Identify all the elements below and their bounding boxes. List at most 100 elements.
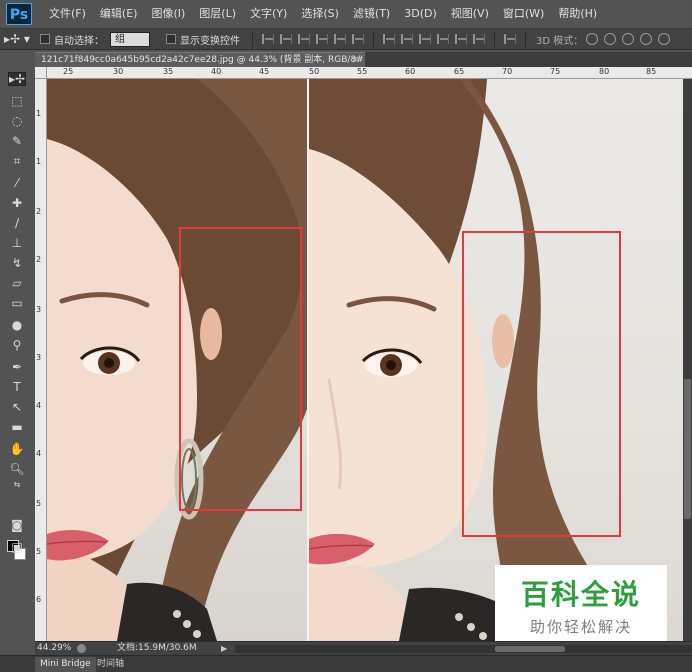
auto-select-dropdown[interactable]: 组 [110, 31, 150, 47]
3d-scale-icon[interactable] [658, 33, 671, 45]
ruler-label: 2 [36, 207, 42, 216]
dodge-icon[interactable]: ⚲ [8, 338, 26, 352]
hand-icon[interactable]: ✋ [8, 442, 26, 456]
screen-mode-icon[interactable]: ▣ [8, 540, 26, 554]
ruler-label: 75 [550, 67, 561, 76]
align-hcenter-icon[interactable] [334, 34, 346, 44]
watermark: 百科全说 助你轻松解决 [495, 565, 667, 646]
menu-3d[interactable]: 3D(D) [397, 0, 444, 28]
ruler-label: 4 [36, 449, 42, 458]
brush-icon[interactable]: ∕ [8, 216, 26, 230]
menu-help[interactable]: 帮助(H) [551, 0, 604, 28]
distribute-right-icon[interactable] [473, 34, 485, 44]
3d-slide-icon[interactable] [640, 33, 653, 45]
type-icon[interactable]: T [8, 380, 26, 394]
zoom-level-field[interactable]: 44.29% [37, 642, 71, 655]
ruler-label: 85 [646, 67, 657, 76]
vertical-scrollbar[interactable] [683, 79, 692, 641]
quick-mask-icon[interactable]: ◙ [8, 518, 26, 532]
menu-layer[interactable]: 图层(L) [192, 0, 243, 28]
options-bar: ▸✢ ▾ 自动选择： 组 显示变换控件 3D 模式： [0, 28, 692, 50]
3d-rotate-icon[interactable] [586, 33, 599, 45]
quick-select-icon[interactable]: ✎ [8, 134, 26, 148]
selection-rect-after [462, 231, 621, 537]
tab-timeline[interactable]: 时间轴 [92, 657, 129, 672]
ruler-label: 5 [36, 547, 42, 556]
3d-pan-icon[interactable] [622, 33, 635, 45]
ruler-label: 45 [259, 67, 270, 76]
3d-mode-label: 3D 模式： [536, 35, 584, 47]
auto-select-label: 自动选择： [54, 35, 104, 47]
status-info-icon[interactable] [77, 644, 86, 653]
distribute-hcenter-icon[interactable] [455, 34, 467, 44]
menu-filter[interactable]: 滤镜(T) [346, 0, 397, 28]
path-select-icon[interactable]: ↖ [8, 400, 26, 414]
zoom-icon[interactable]: 🔍︎ [8, 462, 26, 476]
tab-mini-bridge[interactable]: Mini Bridge [35, 657, 96, 672]
move-icon[interactable]: ▸✢ [8, 72, 26, 86]
horizontal-scroll-thumb[interactable] [495, 646, 565, 652]
ruler-label: 80 [599, 67, 610, 76]
app-logo: Ps [6, 3, 32, 25]
ruler-vertical[interactable]: 1 1 2 2 3 3 4 4 5 5 6 [35, 79, 47, 641]
menu-file[interactable]: 文件(F) [42, 0, 93, 28]
eraser-icon[interactable]: ▱ [8, 276, 26, 290]
separator [373, 31, 374, 47]
lasso-icon[interactable]: ◌ [8, 114, 26, 128]
align-left-icon[interactable] [316, 34, 328, 44]
align-top-icon[interactable] [262, 34, 274, 44]
status-menu-arrow-icon[interactable]: ▶ [221, 642, 227, 655]
align-vcenter-icon[interactable] [280, 34, 292, 44]
distribute-left-icon[interactable] [437, 34, 449, 44]
menu-image[interactable]: 图像(I) [144, 0, 192, 28]
vertical-scroll-thumb[interactable] [684, 379, 691, 519]
3d-roll-icon[interactable] [604, 33, 617, 45]
document-size-info: 文档:15.9M/30.6M [117, 643, 197, 653]
separator [494, 31, 495, 47]
history-brush-icon[interactable]: ↯ [8, 256, 26, 270]
ruler-horizontal[interactable]: 25 30 35 40 45 50 55 60 65 70 75 80 85 [47, 67, 692, 79]
marquee-icon[interactable]: ⬚ [8, 94, 26, 108]
ruler-label: 40 [211, 67, 222, 76]
stamp-icon[interactable]: ⊥ [8, 236, 26, 250]
horizontal-scrollbar[interactable] [235, 645, 692, 653]
blur-icon[interactable]: ● [8, 318, 26, 332]
menu-window[interactable]: 窗口(W) [496, 0, 551, 28]
ruler-label: 6 [36, 595, 42, 604]
comparison-markers [179, 227, 621, 537]
status-bar: 44.29% 文档:15.9M/30.6M ▶ [35, 641, 692, 655]
menu-edit[interactable]: 编辑(E) [93, 0, 145, 28]
swap-colors-icon[interactable]: ⇆ [8, 478, 26, 492]
document-canvas[interactable] [47, 79, 692, 641]
ruler-corner[interactable] [35, 67, 47, 79]
distribute-bottom-icon[interactable] [419, 34, 431, 44]
auto-align-icon[interactable] [504, 34, 516, 44]
auto-select-checkbox[interactable] [40, 34, 50, 44]
document-tab[interactable]: 121c71f849cc0a645b95cd2a42c7ee28.jpg @ 4… [35, 52, 365, 67]
healing-icon[interactable]: ✚ [8, 196, 26, 210]
align-bottom-icon[interactable] [298, 34, 310, 44]
tools-panel: ▸✢ ⬚ ◌ ✎ ⌗ ⁄ ✚ ∕ ⊥ ↯ ▱ ▭ ● ⚲ ✒ T ↖ ▬ ✋ 🔍… [0, 52, 34, 664]
separator [525, 31, 526, 47]
menu-type[interactable]: 文字(Y) [243, 0, 294, 28]
separator [252, 31, 253, 47]
watermark-title: 百科全说 [520, 578, 641, 611]
move-tool-preset-icon[interactable]: ▸✢ ▾ [4, 32, 34, 46]
gradient-icon[interactable]: ▭ [8, 296, 26, 310]
ruler-label: 4 [36, 401, 42, 410]
ruler-label: 2 [36, 255, 42, 264]
shape-icon[interactable]: ▬ [8, 420, 26, 434]
menu-select[interactable]: 选择(S) [294, 0, 346, 28]
pen-icon[interactable]: ✒ [8, 360, 26, 374]
document-tab-title: 121c71f849cc0a645b95cd2a42c7ee28.jpg @ 4… [41, 55, 365, 65]
distribute-top-icon[interactable] [383, 34, 395, 44]
crop-icon[interactable]: ⌗ [8, 154, 26, 168]
close-tab-icon[interactable]: × [351, 53, 359, 67]
ruler-label: 70 [502, 67, 513, 76]
eyedropper-icon[interactable]: ⁄ [8, 176, 26, 190]
distribute-vcenter-icon[interactable] [401, 34, 413, 44]
menu-bar: Ps 文件(F) 编辑(E) 图像(I) 图层(L) 文字(Y) 选择(S) 滤… [0, 0, 692, 28]
show-transform-checkbox[interactable] [166, 34, 176, 44]
align-right-icon[interactable] [352, 34, 364, 44]
menu-view[interactable]: 视图(V) [444, 0, 496, 28]
